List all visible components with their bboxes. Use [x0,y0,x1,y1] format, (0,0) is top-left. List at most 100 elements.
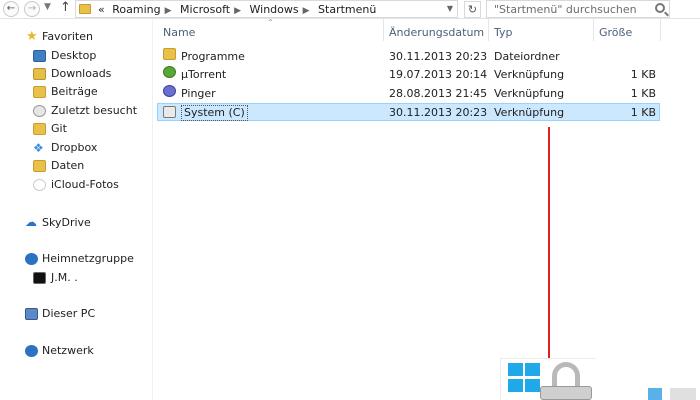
folder-icon [33,160,46,172]
breadcrumb-microsoft[interactable]: Microsoft [180,3,230,16]
file-size: 1 KB [630,106,656,119]
back-button[interactable]: ← [3,1,19,17]
system-shortcut-icon [163,106,176,118]
dropbox-icon: ❖ [33,141,44,155]
taskbar-fragment [648,388,662,400]
arrow-up-icon: ↑ [60,0,71,15]
column-headers: ⌃ Name Änderungsdatum Typ Größe [154,18,700,45]
forward-button[interactable]: → [24,1,40,17]
folder-icon [79,4,91,14]
up-button[interactable]: ↑ [60,0,71,15]
windows-logo-pane [508,379,523,392]
file-name: µTorrent [181,68,227,81]
table-row[interactable]: µTorrent 19.07.2013 20:14 Verknüpfung 1 … [157,66,660,84]
folder-icon [33,86,46,98]
file-list: ⌃ Name Änderungsdatum Typ Größe Programm… [154,18,700,400]
search-placeholder: "Startmenü" durchsuchen [494,3,637,16]
windows-logo-pane [525,379,540,392]
icloud-icon [33,179,46,191]
sort-chevron-icon: ⌃ [267,18,274,27]
sidebar-item-label: Git [51,122,67,135]
refresh-button[interactable]: ↻ [464,1,481,18]
taskbar-fragment [670,388,696,400]
star-icon: ★ [26,29,38,44]
sidebar-item-desktop[interactable]: Desktop [0,47,153,65]
sidebar-item-label: Desktop [51,49,97,62]
network-icon [25,345,38,357]
sidebar-item-label: Daten [51,159,85,172]
column-header-type[interactable]: Typ [494,26,513,39]
file-date: 30.11.2013 20:23 [389,106,488,119]
column-divider[interactable] [488,19,489,41]
column-header-size[interactable]: Größe [599,26,632,39]
file-type: Verknüpfung [494,68,565,81]
sidebar-item-downloads[interactable]: Downloads [0,65,153,83]
sidebar-item-git[interactable]: Git [0,120,153,138]
refresh-icon: ↻ [467,3,478,16]
sidebar-item-this-pc[interactable]: Dieser PC [0,305,153,323]
sidebar-item-skydrive[interactable]: ☁ SkyDrive [0,214,153,232]
desktop-icon [33,50,46,62]
breadcrumb-windows[interactable]: Windows [250,3,299,16]
folder-icon [163,48,176,60]
table-row-selected[interactable]: System (C) 30.11.2013 20:23 Verknüpfung … [157,103,660,121]
homegroup-icon [25,253,38,265]
recent-locations-dropdown[interactable]: ▼ [44,2,51,12]
chevron-right-icon[interactable]: ▶ [303,6,310,16]
windows-logo-pane [525,363,540,376]
sidebar-item-network[interactable]: Netzwerk [0,342,153,360]
sidebar-item-homegroup-user[interactable]: J.M. . [0,269,153,287]
breadcrumb-overflow[interactable]: « [98,3,105,16]
chevron-down-icon[interactable]: ▼ [447,4,453,13]
recent-icon [33,105,46,117]
chevron-right-icon[interactable]: ▶ [165,6,172,16]
chevron-right-icon[interactable]: ▶ [234,6,241,16]
sidebar-item-label: Beiträge [51,85,98,98]
sidebar-item-label: iCloud-Fotos [51,178,119,191]
arrow-left-icon: ← [6,3,16,14]
sidebar-item-label: Heimnetzgruppe [42,252,134,265]
search-icon [655,3,665,13]
address-bar[interactable]: « Roaming ▶ Microsoft ▶ Windows ▶ Startmenü… [75,0,458,18]
navigation-pane: ★ Favoriten Desktop Downloads Beiträge Z… [0,19,153,400]
skydrive-icon: ☁ [25,215,37,229]
sidebar-item-dropbox[interactable]: ❖ Dropbox [0,139,153,157]
file-date: 30.11.2013 20:23 [389,50,488,63]
sidebar-item-label: Dropbox [51,141,98,154]
table-row[interactable]: Programme 30.11.2013 20:23 Dateiordner [157,48,660,66]
breadcrumb-startmenu[interactable]: Startmenü [318,3,376,16]
table-row[interactable]: Pinger 28.08.2013 21:45 Verknüpfung 1 KB [157,85,660,103]
column-divider[interactable] [593,19,594,41]
column-divider[interactable] [383,19,384,41]
sidebar-item-label: SkyDrive [42,216,91,229]
column-divider[interactable] [660,19,661,41]
search-input[interactable]: "Startmenü" durchsuchen [486,0,670,18]
chevron-down-icon: ▼ [44,2,51,12]
address-toolbar: ← → ▼ ↑ « Roaming ▶ Microsoft ▶ Windows ▶ S… [0,0,700,19]
file-type: Verknüpfung [494,87,565,100]
utorrent-icon [163,66,176,78]
column-header-name[interactable]: Name [163,26,195,39]
folder-icon [33,123,46,135]
sidebar-item-daten[interactable]: Daten [0,157,153,175]
sidebar-item-label: Favoriten [42,30,93,43]
file-name: Pinger [181,87,216,100]
sidebar-item-homegroup[interactable]: Heimnetzgruppe [0,250,153,268]
windows-logo-pane [508,363,523,376]
computer-icon [25,308,38,320]
downloads-icon [33,68,46,80]
pinger-icon [163,85,176,97]
sidebar-item-favorites[interactable]: ★ Favoriten [0,28,153,46]
file-name: Programme [181,50,245,63]
sidebar-item-label: Netzwerk [42,344,94,357]
column-header-date[interactable]: Änderungsdatum [389,26,484,39]
file-type: Dateiordner [494,50,560,63]
user-avatar-icon [33,272,46,284]
sidebar-item-recent[interactable]: Zuletzt besucht [0,102,153,120]
file-size: 1 KB [630,68,656,81]
sidebar-item-label: Dieser PC [42,307,96,320]
sidebar-item-icloud[interactable]: iCloud-Fotos [0,176,153,194]
file-type: Verknüpfung [494,106,565,119]
sidebar-item-beitraege[interactable]: Beiträge [0,83,153,101]
breadcrumb-roaming[interactable]: Roaming [112,3,160,16]
